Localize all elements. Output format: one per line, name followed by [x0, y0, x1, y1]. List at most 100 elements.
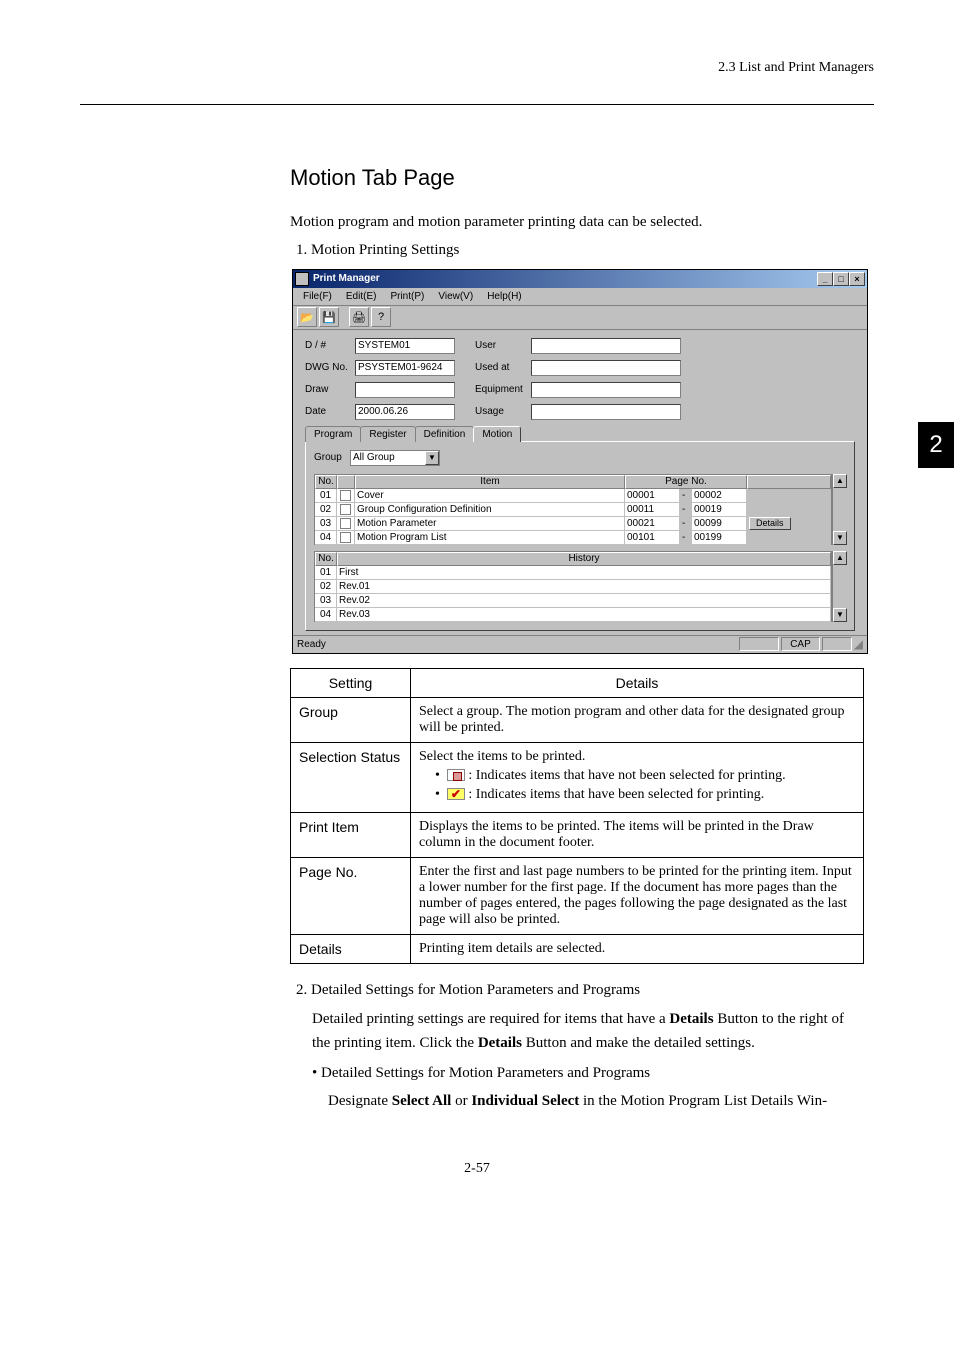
cell-details: Details: [747, 517, 831, 531]
row-group-name: Group: [291, 697, 411, 742]
input-dwg[interactable]: PSYSTEM01-9624: [355, 360, 455, 376]
cell-page-to[interactable]: 00002: [692, 489, 747, 503]
label-date: Date: [305, 406, 355, 417]
table-row[interactable]: 02Group Configuration Definition00011-00…: [315, 503, 831, 517]
open-icon[interactable]: 📂: [297, 307, 317, 327]
menu-help[interactable]: Help(H): [481, 291, 527, 302]
minimize-button[interactable]: _: [817, 272, 833, 286]
cell-page-to[interactable]: 00199: [692, 531, 747, 545]
cell-history[interactable]: First: [337, 566, 831, 580]
scroll-up-icon[interactable]: ▲: [833, 474, 847, 488]
menu-edit[interactable]: Edit(E): [340, 291, 383, 302]
app-icon: [295, 272, 309, 286]
tab-definition[interactable]: Definition: [415, 426, 475, 442]
history-grid: No. History 01First02Rev.0103Rev.0204Rev…: [314, 551, 846, 622]
scroll-down-icon[interactable]: ▼: [833, 608, 847, 622]
cell-no: 03: [315, 517, 337, 531]
menu-print[interactable]: Print(P): [384, 291, 430, 302]
cell-page-from[interactable]: 00021: [625, 517, 680, 531]
cell-check[interactable]: [337, 503, 355, 517]
cell-page-from[interactable]: 00001: [625, 489, 680, 503]
checkbox-icon[interactable]: [340, 504, 351, 515]
row-pageno-name: Page No.: [291, 857, 411, 934]
cell-history[interactable]: Rev.02: [337, 594, 831, 608]
checkbox-icon[interactable]: [340, 532, 351, 543]
group-dropdown-value: All Group: [353, 452, 395, 463]
table-row[interactable]: 04Motion Program List00101-00199: [315, 531, 831, 545]
input-user[interactable]: [531, 338, 681, 354]
label-draw: Draw: [305, 384, 355, 395]
row-selstat-desc: Select the items to be printed. • : Indi…: [411, 742, 864, 812]
input-draw[interactable]: [355, 382, 455, 398]
table-row[interactable]: 01Cover00001-00002: [315, 489, 831, 503]
cell-check[interactable]: [337, 489, 355, 503]
label-usedat: Used at: [475, 362, 531, 373]
statusbar: Ready CAP ◢: [293, 635, 867, 653]
table-row[interactable]: 03Motion Parameter00021-00099Details: [315, 517, 831, 531]
col-no-history[interactable]: No.: [315, 552, 337, 566]
col-no[interactable]: No.: [315, 475, 337, 489]
cell-item: Motion Parameter: [355, 517, 625, 531]
page-number: 2-57: [80, 1161, 874, 1177]
scroll-up-icon[interactable]: ▲: [833, 551, 847, 565]
cell-no: 03: [315, 594, 337, 608]
step-2-bullet: • Detailed Settings for Motion Parameter…: [312, 1061, 864, 1085]
input-date[interactable]: 2000.06.26: [355, 404, 455, 420]
cell-no: 01: [315, 489, 337, 503]
chapter-side-tab: 2: [918, 422, 954, 468]
settings-table: Setting Details Group Select a group. Th…: [290, 668, 864, 964]
col-check[interactable]: [337, 475, 355, 489]
th-setting: Setting: [291, 668, 411, 697]
resize-grip-icon[interactable]: ◢: [854, 637, 863, 651]
th-details: Details: [411, 668, 864, 697]
col-history[interactable]: History: [337, 552, 831, 566]
cell-page-to[interactable]: 00019: [692, 503, 747, 517]
history-grid-scrollbar[interactable]: ▲ ▼: [832, 551, 846, 622]
cell-page-from[interactable]: 00101: [625, 531, 680, 545]
cell-page-to[interactable]: 00099: [692, 517, 747, 531]
input-equipment[interactable]: [531, 382, 681, 398]
input-dh[interactable]: SYSTEM01: [355, 338, 455, 354]
cell-check[interactable]: [337, 517, 355, 531]
tab-program[interactable]: Program: [305, 426, 361, 442]
menu-file[interactable]: File(F): [297, 291, 338, 302]
details-button[interactable]: Details: [749, 517, 791, 530]
status-pane-blank2: [822, 637, 852, 651]
titlebar: Print Manager _ □ ×: [293, 270, 867, 288]
cell-history[interactable]: Rev.01: [337, 580, 831, 594]
save-icon[interactable]: 💾: [319, 307, 339, 327]
checkbox-icon[interactable]: [340, 518, 351, 529]
scroll-down-icon[interactable]: ▼: [833, 531, 847, 545]
group-dropdown[interactable]: All Group ▼: [350, 450, 440, 466]
input-usedat[interactable]: [531, 360, 681, 376]
menubar: File(F) Edit(E) Print(P) View(V) Help(H): [293, 288, 867, 306]
menu-view[interactable]: View(V): [432, 291, 479, 302]
cell-check[interactable]: [337, 531, 355, 545]
cell-history[interactable]: Rev.03: [337, 608, 831, 622]
print-icon[interactable]: 🖨: [349, 307, 369, 327]
tab-motion[interactable]: Motion: [473, 426, 521, 442]
maximize-button[interactable]: □: [833, 272, 849, 286]
col-pageno[interactable]: Page No.: [625, 475, 747, 489]
table-row[interactable]: 02Rev.01: [315, 580, 831, 594]
cell-sep: -: [680, 531, 692, 545]
selstat-sel-text: : Indicates items that have been selecte…: [465, 787, 764, 802]
input-usage[interactable]: [531, 404, 681, 420]
close-button[interactable]: ×: [849, 272, 865, 286]
status-cap: CAP: [781, 637, 820, 651]
tab-register[interactable]: Register: [360, 426, 415, 442]
label-equipment: Equipment: [475, 384, 531, 395]
items-grid-scrollbar[interactable]: ▲ ▼: [832, 474, 846, 545]
checkbox-icon[interactable]: [340, 490, 351, 501]
section-heading: Motion Tab Page: [290, 165, 864, 191]
cell-page-from[interactable]: 00011: [625, 503, 680, 517]
items-grid: No. Item Page No. 01Cover00001-0000202Gr…: [314, 474, 846, 545]
col-details: [747, 475, 831, 489]
help-icon[interactable]: ?: [371, 307, 391, 327]
table-row[interactable]: 01First: [315, 566, 831, 580]
selstat-line1: Select the items to be printed.: [419, 749, 855, 765]
table-row[interactable]: 04Rev.03: [315, 608, 831, 622]
col-item[interactable]: Item: [355, 475, 625, 489]
table-row[interactable]: 03Rev.02: [315, 594, 831, 608]
step-2-para: Detailed printing settings are required …: [312, 1007, 864, 1055]
